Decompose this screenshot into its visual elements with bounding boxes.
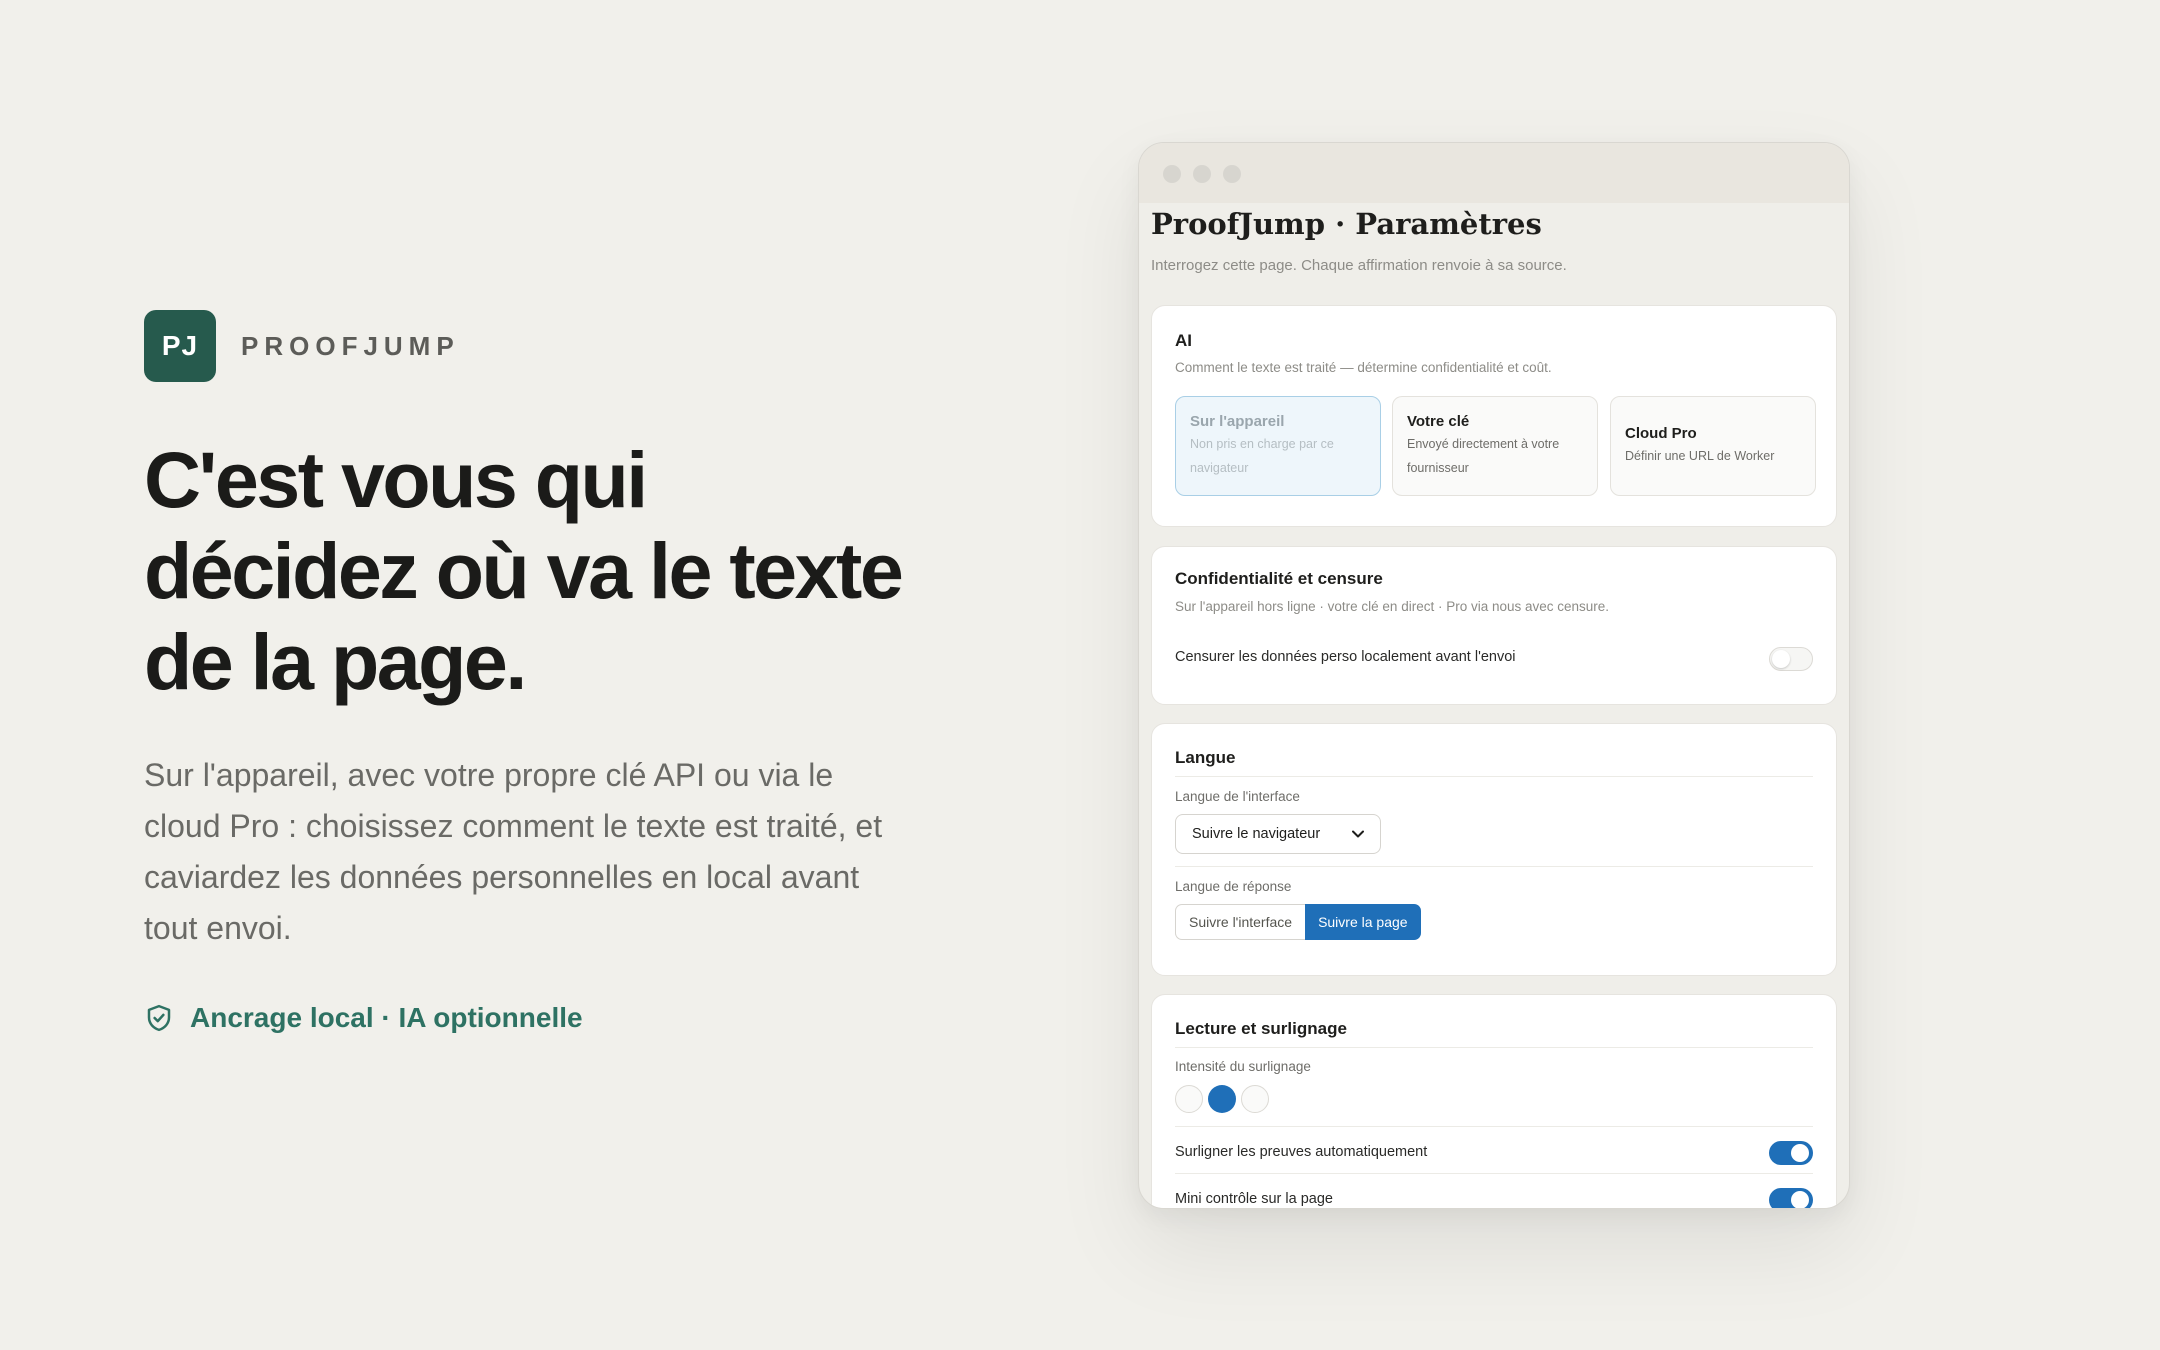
intensity-swatch-medium[interactable] [1208,1085,1236,1113]
ai-card-description: Comment le texte est traité — détermine … [1175,360,1552,375]
window-zoom-dot[interactable] [1223,165,1241,183]
feature-badge-text: Ancrage local · IA optionnelle [190,1002,583,1033]
ui-language-label: Langue de l'interface [1175,789,1300,804]
intensity-picker [1175,1085,1274,1113]
intensity-swatch-low[interactable] [1175,1085,1203,1113]
window-close-dot[interactable] [1163,165,1181,183]
ai-option-on-device[interactable]: Sur l'appareil Non pris en charge par ce… [1175,396,1381,496]
headline: C'est vous qui décidez où va le texte de… [144,435,904,706]
reading-card-title: Lecture et surlignage [1175,1019,1347,1038]
intensity-label: Intensité du surlignage [1175,1059,1311,1074]
ai-option-own-key[interactable]: Votre clé Envoyé directement à votre fou… [1392,396,1598,496]
redact-toggle[interactable] [1769,647,1813,671]
ui-language-select[interactable]: Suivre le navigateur [1175,814,1381,854]
brand-name: PROOFJUMP [241,330,460,361]
ui-language-value: Suivre le navigateur [1192,826,1321,842]
feature-badge: Ancrage local · IA optionnelle [144,1002,583,1034]
auto-highlight-label: Surligner les preuves automatiquement [1175,1144,1428,1160]
divider [1175,1126,1813,1127]
intensity-swatch-high[interactable] [1241,1085,1269,1113]
settings-subtitle: Interrogez cette page. Chaque affirmatio… [1151,257,1567,274]
divider [1175,1047,1813,1048]
ai-option-title: Cloud Pro [1625,424,1697,442]
response-language-label: Langue de réponse [1175,879,1292,894]
settings-window: ProofJump · Paramètres Interrogez cette … [1138,142,1850,1209]
privacy-card: Confidentialité et censure Sur l'apparei… [1151,546,1837,705]
lede: Sur l'appareil, avec votre propre clé AP… [144,757,883,946]
brand: PJ PROOFJUMP [144,310,460,382]
ai-option-description: Définir une URL de Worker [1625,448,1775,463]
ai-card: AI Comment le texte est traité — détermi… [1151,305,1837,527]
auto-highlight-toggle[interactable] [1769,1141,1813,1165]
ai-option-description: Non pris en charge par ce navigateur [1190,436,1334,475]
response-language-segmented: Suivre l'interface Suivre la page [1175,904,1421,940]
settings-title: ProofJump · Paramètres [1151,207,1542,241]
language-card-title: Langue [1175,748,1236,767]
mini-control-label: Mini contrôle sur la page [1175,1191,1333,1207]
privacy-card-description: Sur l'appareil hors ligne · votre clé en… [1175,599,1610,614]
divider [1175,1173,1813,1174]
language-card: Langue Langue de l'interface Suivre le n… [1151,723,1837,976]
divider [1175,776,1813,777]
mini-control-toggle[interactable] [1769,1188,1813,1208]
brand-logo: PJ [144,310,216,382]
response-option-follow-page[interactable]: Suivre la page [1305,904,1421,940]
privacy-card-title: Confidentialité et censure [1175,569,1383,588]
window-titlebar [1139,143,1849,203]
ai-card-title: AI [1175,331,1192,350]
ai-option-description: Envoyé directement à votre fournisseur [1407,436,1560,475]
ai-option-cloud-pro[interactable]: Cloud Pro Définir une URL de Worker [1610,396,1816,496]
toggle-knob [1791,1191,1809,1208]
redact-label: Censurer les données perso localement av… [1175,649,1516,665]
ai-option-title: Sur l'appareil [1190,412,1285,430]
window-minimize-dot[interactable] [1193,165,1211,183]
response-option-follow-interface[interactable]: Suivre l'interface [1175,904,1306,940]
reading-card: Lecture et surlignage Intensité du surli… [1151,994,1837,1208]
shield-check-icon [147,1004,171,1032]
toggle-knob [1791,1144,1809,1162]
divider [1175,866,1813,867]
chevron-down-icon [1352,830,1364,838]
ai-option-title: Votre clé [1407,412,1470,430]
toggle-knob [1772,650,1790,668]
